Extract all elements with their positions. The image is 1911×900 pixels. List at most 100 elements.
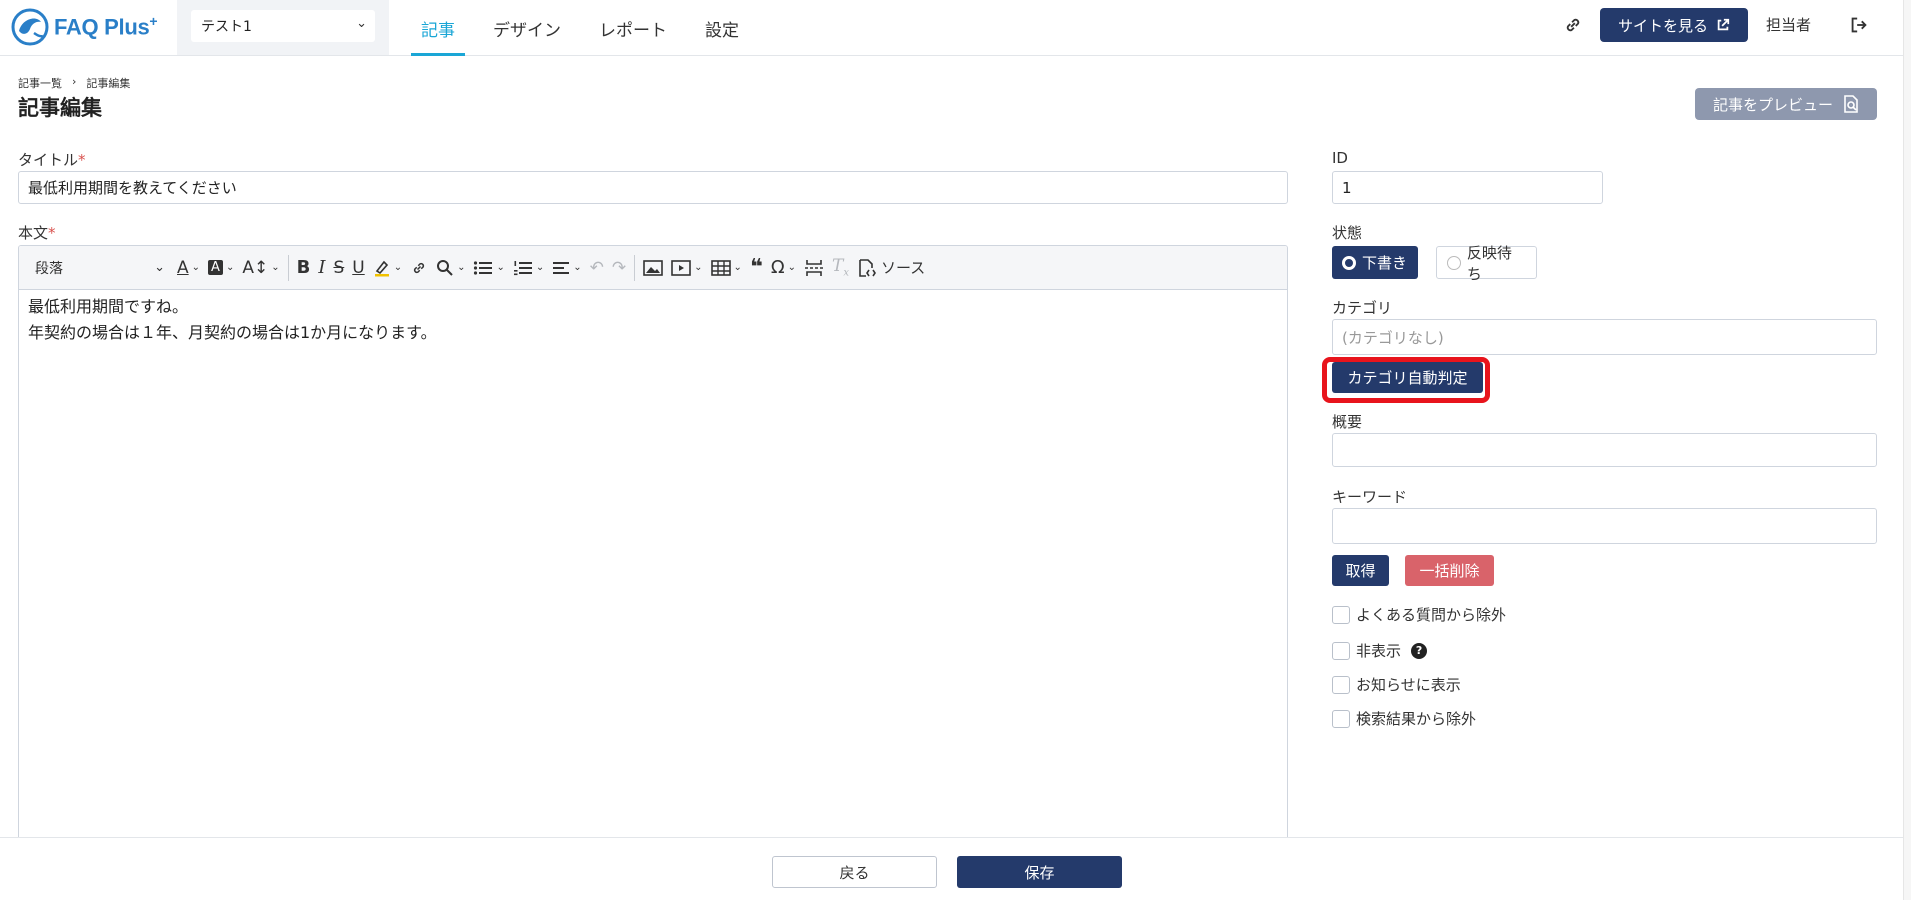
strikethrough-icon: S xyxy=(333,257,345,278)
body-label: 本文* xyxy=(18,224,56,242)
category-auto-detect-button[interactable]: カテゴリ自動判定 xyxy=(1332,362,1483,393)
insert-table-button[interactable]: ⌄ xyxy=(707,251,746,285)
breadcrumb-separator: › xyxy=(72,75,77,88)
nav-item-settings[interactable]: 設定 xyxy=(695,0,749,56)
summary-label: 概要 xyxy=(1332,413,1363,431)
summary-input[interactable] xyxy=(1332,433,1877,467)
highlight-button[interactable]: ⌄ xyxy=(369,251,406,285)
category-placeholder: (カテゴリなし) xyxy=(1342,328,1444,347)
keyword-input[interactable] xyxy=(1332,508,1877,544)
keyword-fetch-button[interactable]: 取得 xyxy=(1332,555,1389,586)
logout-icon[interactable] xyxy=(1848,14,1870,36)
rich-text-editor: 段落 ⌄ A ⌄ A ⌄ A↕ ⌄ B I S U ⌄ ⌄ ⌄ ⌄ ⌄ ↶ ↷ … xyxy=(18,245,1288,845)
page-title: 記事編集 xyxy=(18,96,102,120)
keyword-clear-all-button[interactable]: 一括削除 xyxy=(1405,555,1494,586)
site-select[interactable]: テスト1 ⌄ xyxy=(191,10,375,42)
external-link-icon xyxy=(1717,18,1730,31)
remove-format-button[interactable]: Tx xyxy=(828,251,853,285)
nav-item-design[interactable]: デザイン xyxy=(483,0,571,56)
page-scrollbar[interactable] xyxy=(1903,0,1911,900)
show-in-news-label: お知らせに表示 xyxy=(1356,676,1461,694)
hidden-checkbox[interactable] xyxy=(1332,641,1350,660)
image-icon xyxy=(643,259,663,276)
id-input-value: 1 xyxy=(1342,178,1352,197)
find-replace-button[interactable]: ⌄ xyxy=(432,251,469,285)
toolbar-divider xyxy=(634,254,636,281)
radio-selected-icon xyxy=(1342,255,1356,270)
exclude-search-label: 検索結果から除外 xyxy=(1356,710,1477,728)
remove-format-icon: Tx xyxy=(832,256,849,279)
page-break-icon xyxy=(805,259,824,276)
state-draft-radio[interactable]: 下書き xyxy=(1332,246,1418,279)
logo-text: FAQ Plus+ xyxy=(54,13,158,40)
dolphin-logo-icon xyxy=(11,8,49,46)
undo-button[interactable]: ↶ xyxy=(586,251,608,285)
heading-select[interactable]: 段落 ⌄ xyxy=(27,251,173,285)
hidden-label: 非表示 xyxy=(1356,642,1402,660)
exclude-faq-checkbox[interactable] xyxy=(1332,605,1350,624)
page-break-button[interactable] xyxy=(800,251,828,285)
logo[interactable]: FAQ Plus+ xyxy=(10,4,158,50)
nav-item-report[interactable]: レポート xyxy=(589,0,677,56)
link-icon[interactable] xyxy=(1562,14,1584,36)
user-menu[interactable]: 担当者 xyxy=(1766,14,1811,35)
special-characters-button[interactable]: Ω ⌄ xyxy=(767,251,800,285)
underline-button[interactable]: U xyxy=(348,251,368,285)
view-site-button[interactable]: サイトを見る xyxy=(1600,8,1748,42)
insert-media-button[interactable]: ⌄ xyxy=(667,251,706,285)
footer-bar: 戻る 保存 xyxy=(0,837,1903,900)
chevron-down-icon: ⌄ xyxy=(154,260,165,275)
exclude-search-checkbox[interactable] xyxy=(1332,709,1350,728)
nav-item-articles[interactable]: 記事 xyxy=(411,0,465,56)
align-button[interactable]: ⌄ xyxy=(548,251,585,285)
category-select[interactable]: (カテゴリなし) xyxy=(1332,319,1877,355)
omega-icon: Ω xyxy=(770,257,785,278)
italic-button[interactable]: I xyxy=(314,251,329,285)
exclude-search-checkbox-row[interactable]: 検索結果から除外 xyxy=(1332,708,1476,729)
bold-icon: B xyxy=(296,257,311,278)
site-select-area: テスト1 ⌄ xyxy=(177,0,389,55)
link-button[interactable] xyxy=(406,251,432,285)
breadcrumb-article-list[interactable]: 記事一覧 xyxy=(18,75,62,91)
source-label: ソース xyxy=(881,259,926,277)
main-nav: 記事 デザイン レポート 設定 xyxy=(411,0,767,56)
font-size-icon: A↕ xyxy=(242,257,269,278)
chevron-down-icon: ⌄ xyxy=(356,16,367,31)
title-input[interactable]: 最低利用期間を教えてください xyxy=(18,171,1288,204)
numbered-list-button[interactable]: ⌄ xyxy=(509,251,548,285)
font-color-button[interactable]: A ⌄ xyxy=(173,251,204,285)
highlighter-icon xyxy=(374,260,389,276)
toolbar-divider xyxy=(287,254,289,281)
numbered-list-icon xyxy=(513,260,532,275)
back-button[interactable]: 戻る xyxy=(772,856,937,888)
source-button[interactable]: ソース xyxy=(853,251,929,285)
redo-button[interactable]: ↷ xyxy=(608,251,630,285)
bold-button[interactable]: B xyxy=(293,251,315,285)
keyword-label: キーワード xyxy=(1332,488,1408,506)
state-draft-label: 下書き xyxy=(1362,254,1408,272)
exclude-faq-checkbox-row[interactable]: よくある質問から除外 xyxy=(1332,604,1506,625)
font-size-button[interactable]: A↕ ⌄ xyxy=(238,251,283,285)
blockquote-button[interactable]: ❝ xyxy=(746,251,767,285)
help-icon[interactable]: ? xyxy=(1411,642,1428,659)
bulleted-list-icon xyxy=(474,260,493,275)
save-button[interactable]: 保存 xyxy=(957,856,1122,888)
link-icon xyxy=(414,262,425,273)
state-radio-group: 下書き 反映待ち xyxy=(1332,244,1537,283)
preview-button[interactable]: 記事をプレビュー xyxy=(1695,88,1877,120)
id-input[interactable]: 1 xyxy=(1332,171,1603,204)
editor-toolbar: 段落 ⌄ A ⌄ A ⌄ A↕ ⌄ B I S U ⌄ ⌄ ⌄ ⌄ ⌄ ↶ ↷ … xyxy=(19,246,1287,290)
show-in-news-checkbox[interactable] xyxy=(1332,675,1350,694)
strikethrough-button[interactable]: S xyxy=(329,251,348,285)
redo-icon: ↷ xyxy=(611,257,627,278)
editor-content[interactable]: 最低利用期間ですね。 年契約の場合は１年、月契約の場合は1か月になります。 xyxy=(19,290,1287,350)
undo-icon: ↶ xyxy=(589,257,604,278)
quote-icon: ❝ xyxy=(749,254,763,280)
state-label: 状態 xyxy=(1332,224,1363,242)
show-in-news-checkbox-row[interactable]: お知らせに表示 xyxy=(1332,674,1461,695)
bulleted-list-button[interactable]: ⌄ xyxy=(469,251,508,285)
state-pending-radio[interactable]: 反映待ち xyxy=(1436,244,1537,283)
hidden-checkbox-row[interactable]: 非表示 ? xyxy=(1332,640,1428,661)
insert-image-button[interactable] xyxy=(639,251,667,285)
font-background-button[interactable]: A ⌄ xyxy=(204,251,238,285)
